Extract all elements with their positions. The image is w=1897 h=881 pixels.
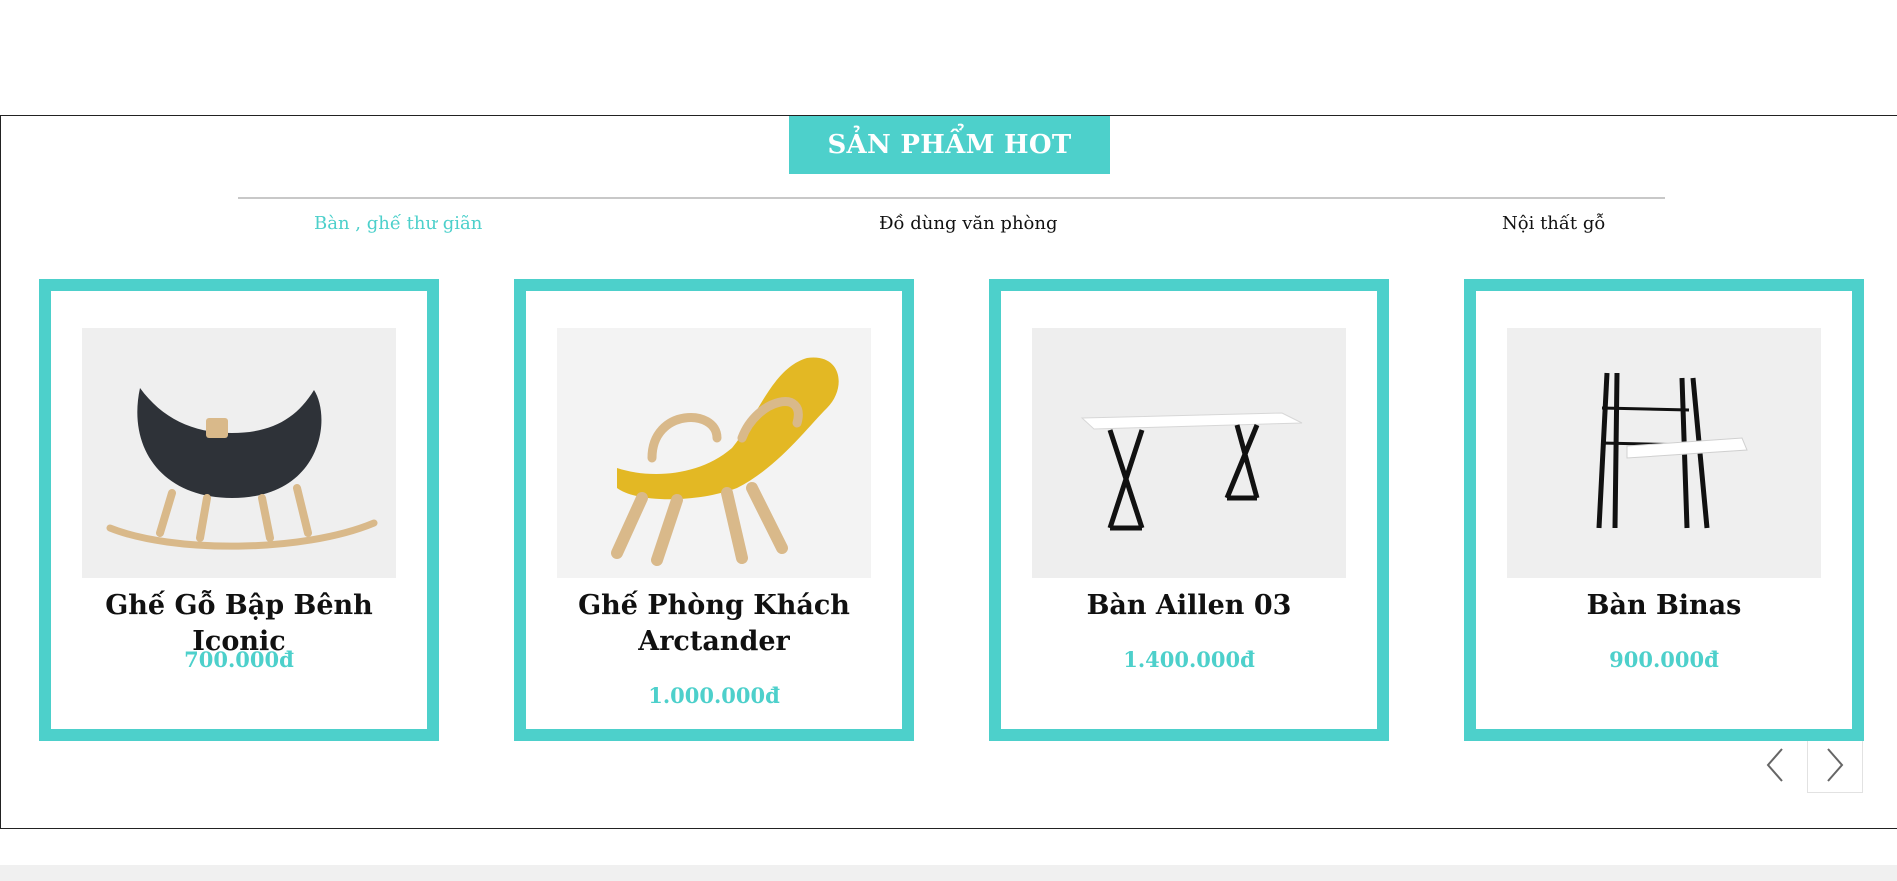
lounge-chair-icon[interactable]: [557, 328, 871, 578]
tab-relax-furniture[interactable]: Bàn , ghế thư giãn: [314, 213, 482, 234]
product-card[interactable]: Ghế Gỗ Bập Bênh Iconic 700.000đ: [39, 279, 439, 741]
product-price: 1.000.000đ: [648, 683, 780, 708]
tabs-divider: [238, 197, 1665, 199]
tab-office-supplies[interactable]: Đồ dùng văn phòng: [879, 213, 1058, 234]
product-name[interactable]: Ghế Phòng Khách Arctander: [536, 588, 892, 660]
ladder-desk-icon[interactable]: [1507, 328, 1821, 578]
rocking-chair-icon[interactable]: [82, 328, 396, 578]
hot-products-section: SẢN PHẨM HOT Bàn , ghế thư giãn Đồ dùng …: [0, 115, 1897, 829]
tab-wood-furniture[interactable]: Nội thất gỗ: [1502, 213, 1605, 234]
section-title: SẢN PHẨM HOT: [789, 116, 1110, 174]
desk-icon[interactable]: [1032, 328, 1346, 578]
product-card[interactable]: Ghế Phòng Khách Arctander 1.000.000đ: [514, 279, 914, 741]
product-price: 1.400.000đ: [1123, 647, 1255, 672]
product-card[interactable]: Bàn Binas 900.000đ: [1464, 279, 1864, 741]
carousel-next-button[interactable]: [1807, 741, 1863, 793]
chevron-left-icon: [1764, 747, 1786, 787]
carousel-prev-button[interactable]: [1747, 741, 1803, 793]
footer-band: [0, 865, 1897, 881]
product-price: 700.000đ: [184, 647, 294, 672]
chevron-right-icon: [1824, 747, 1846, 787]
product-name[interactable]: Bàn Binas: [1486, 588, 1842, 624]
product-card[interactable]: Bàn Aillen 03 1.400.000đ: [989, 279, 1389, 741]
product-name[interactable]: Bàn Aillen 03: [1011, 588, 1367, 624]
product-price: 900.000đ: [1609, 647, 1719, 672]
